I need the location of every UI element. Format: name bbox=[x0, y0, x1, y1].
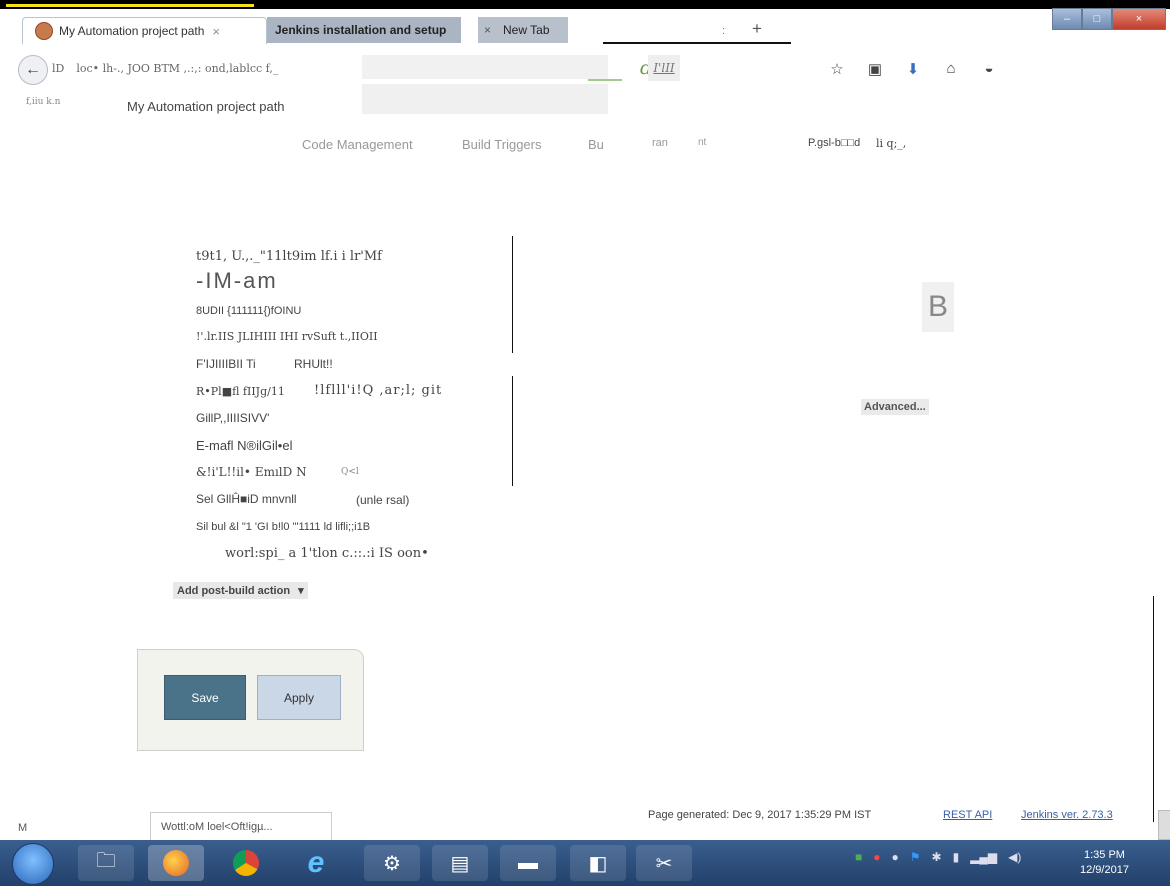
save-button[interactable]: Save bbox=[164, 675, 246, 720]
jenkins-version-link[interactable]: Jenkins ver. 2.73.3 bbox=[1021, 809, 1113, 821]
status-text: Wottl:oM loel<Oft!igµ... bbox=[161, 820, 273, 833]
clock-date: 12/9/2017 bbox=[1080, 864, 1129, 876]
advanced-button[interactable]: Advanced... bbox=[861, 399, 929, 415]
section-heading: -IM-am bbox=[196, 268, 278, 293]
internet-explorer-icon[interactable]: e bbox=[288, 845, 344, 881]
breadcrumb-redaction bbox=[362, 84, 608, 114]
minimize-button[interactable]: – bbox=[1052, 8, 1082, 30]
active-tab-accent bbox=[6, 4, 254, 7]
pocket-icon[interactable]: ◒ bbox=[980, 60, 998, 78]
close-icon[interactable]: × bbox=[484, 23, 491, 37]
maximize-button[interactable]: □ bbox=[1082, 8, 1112, 30]
url-text: loc• lh-., JOO BTM ,.:,: ond,lablcc f,_ bbox=[76, 61, 279, 75]
back-button[interactable]: ← bbox=[18, 55, 48, 85]
section-line-8: E-mafl N®ilGil•el bbox=[196, 438, 293, 453]
url-underline bbox=[588, 79, 622, 81]
notepad-icon[interactable]: ◧ bbox=[570, 845, 626, 881]
page-generated: Page generated: Dec 9, 2017 1:35:29 PM I… bbox=[648, 809, 872, 821]
tab-jenkins-installation[interactable]: Jenkins installation and setup bbox=[267, 17, 461, 43]
tab-label: My Automation project path bbox=[59, 24, 205, 38]
scrollbar-track[interactable] bbox=[1153, 596, 1154, 822]
system-tray: ■ ● ● ⚑ ✱ ▮ ▂▄▆ ◀) bbox=[855, 850, 1021, 864]
section-line-12: worl:spi_ a 1'tlon c.::.:i IS oon• bbox=[225, 546, 429, 561]
settings-icon[interactable]: ⚙ bbox=[364, 845, 420, 881]
tab-label: Jenkins installation and setup bbox=[275, 23, 447, 37]
section-label-9: &!i'L!!il• EmılD N bbox=[196, 465, 307, 479]
section-label-10: Sel GllĤ■iD mnvnll bbox=[196, 492, 297, 506]
tab-label: New Tab bbox=[503, 23, 550, 37]
snipping-icon[interactable]: ✂ bbox=[636, 845, 692, 881]
tab-strip-divider bbox=[603, 42, 791, 44]
divider-line bbox=[512, 236, 513, 353]
chevron-down-icon: ▾ bbox=[298, 585, 304, 597]
toolbar-icons: ☆ ▣ ⬇ ⌂ ◒ bbox=[828, 60, 998, 78]
tab-env[interactable]: ran bbox=[652, 137, 668, 149]
tab-build[interactable]: Bu bbox=[588, 137, 604, 152]
tray-icon[interactable]: ▮ bbox=[953, 850, 960, 864]
section-line-4: !'.lr.IIS JLIHIII IHI rvSuft t.,IIOII bbox=[196, 330, 378, 343]
tab-strip-mark: : bbox=[722, 25, 726, 37]
section-value-10: (unle rsal) bbox=[356, 493, 410, 507]
network-icon[interactable]: ▂▄▆ bbox=[970, 850, 997, 864]
section-value-6: !lflll'i!Q ,ar;l; git bbox=[314, 383, 443, 398]
word-icon[interactable]: ▤ bbox=[432, 845, 488, 881]
rest-api-link[interactable]: REST API bbox=[943, 809, 992, 821]
section-line-3: 8UDII {111111{)fOINU bbox=[196, 305, 302, 317]
new-tab-button[interactable]: + bbox=[752, 19, 762, 39]
status-bar: Wottl:oM loel<Oft!igµ... bbox=[150, 812, 332, 840]
system-clock[interactable]: 1:35 PM 12/9/2017 bbox=[1080, 848, 1129, 878]
divider-line bbox=[512, 376, 513, 486]
close-window-button[interactable]: × bbox=[1112, 8, 1166, 30]
url-bar[interactable]: lD loc• lh-., JOO BTM ,.:,: ond,lablcc f… bbox=[52, 55, 660, 81]
clock-time: 1:35 PM bbox=[1083, 849, 1125, 861]
section-label-5: F'IJIIIIBII Ti bbox=[196, 357, 256, 371]
home-icon[interactable]: ⌂ bbox=[942, 60, 960, 78]
add-post-build-action-button[interactable]: Add post-build action ▾ bbox=[173, 582, 308, 599]
tab-fragment[interactable]: nt bbox=[698, 137, 706, 148]
post-build-label: Add post-build action bbox=[177, 585, 291, 597]
section-value-5: RHUlt!! bbox=[294, 357, 333, 371]
breadcrumb-home[interactable]: f,iiu k.n bbox=[26, 97, 60, 107]
tab-new-tab[interactable]: × New Tab bbox=[478, 17, 568, 43]
star-icon[interactable]: ☆ bbox=[828, 60, 846, 78]
volume-icon[interactable]: ◀) bbox=[1008, 850, 1021, 864]
clipboard-icon[interactable]: ▣ bbox=[866, 60, 884, 78]
url-prefix: lD bbox=[52, 61, 65, 75]
page-title[interactable]: My Automation project path bbox=[127, 99, 285, 114]
tab-build-triggers[interactable]: Build Triggers bbox=[462, 137, 541, 152]
tray-icon[interactable]: ■ bbox=[855, 850, 862, 864]
tray-icon[interactable]: ● bbox=[873, 850, 880, 864]
help-icon[interactable]: B bbox=[922, 282, 954, 332]
cmd-icon[interactable]: ▬ bbox=[500, 845, 556, 881]
tray-icon[interactable]: ✱ bbox=[932, 850, 942, 864]
section-line-1: t9t1, U.,._"11lt9im lf.i i lr'Mf bbox=[196, 249, 382, 264]
tray-icon[interactable]: ⚑ bbox=[910, 850, 921, 864]
download-icon[interactable]: ⬇ bbox=[904, 60, 922, 78]
tab-fragment-2[interactable]: li q;_, bbox=[876, 137, 906, 150]
jenkins-favicon-icon bbox=[35, 22, 53, 40]
window-controls: – □ × bbox=[1052, 8, 1166, 30]
close-icon[interactable]: × bbox=[212, 24, 220, 39]
chrome-icon[interactable] bbox=[218, 845, 274, 881]
start-button[interactable] bbox=[12, 843, 54, 885]
back-arrow-icon: ← bbox=[25, 61, 41, 78]
scrollbar-thumb[interactable] bbox=[1158, 810, 1170, 840]
tray-icon[interactable]: ● bbox=[892, 850, 899, 864]
search-box[interactable]: I'lII bbox=[648, 55, 680, 81]
status-left: M bbox=[18, 822, 28, 834]
tab-my-automation[interactable]: My Automation project path × bbox=[22, 17, 267, 44]
tab-code-management[interactable]: Code Management bbox=[302, 137, 413, 152]
section-label-6: R•Pl■fl fIIJg/11 bbox=[196, 385, 285, 398]
file-explorer-icon[interactable]: 🗀 bbox=[78, 845, 134, 881]
section-line-7: GillP,,IIIISIVV' bbox=[196, 411, 270, 425]
tab-post-build[interactable]: P.gsl-b□□d bbox=[808, 137, 860, 149]
section-value-9: Q<l bbox=[341, 467, 359, 477]
section-line-11: Sil bul &l "1 'GI b!l0 "'1111 ld lifli;;… bbox=[196, 521, 371, 533]
firefox-icon[interactable] bbox=[148, 845, 204, 881]
apply-button[interactable]: Apply bbox=[257, 675, 341, 720]
